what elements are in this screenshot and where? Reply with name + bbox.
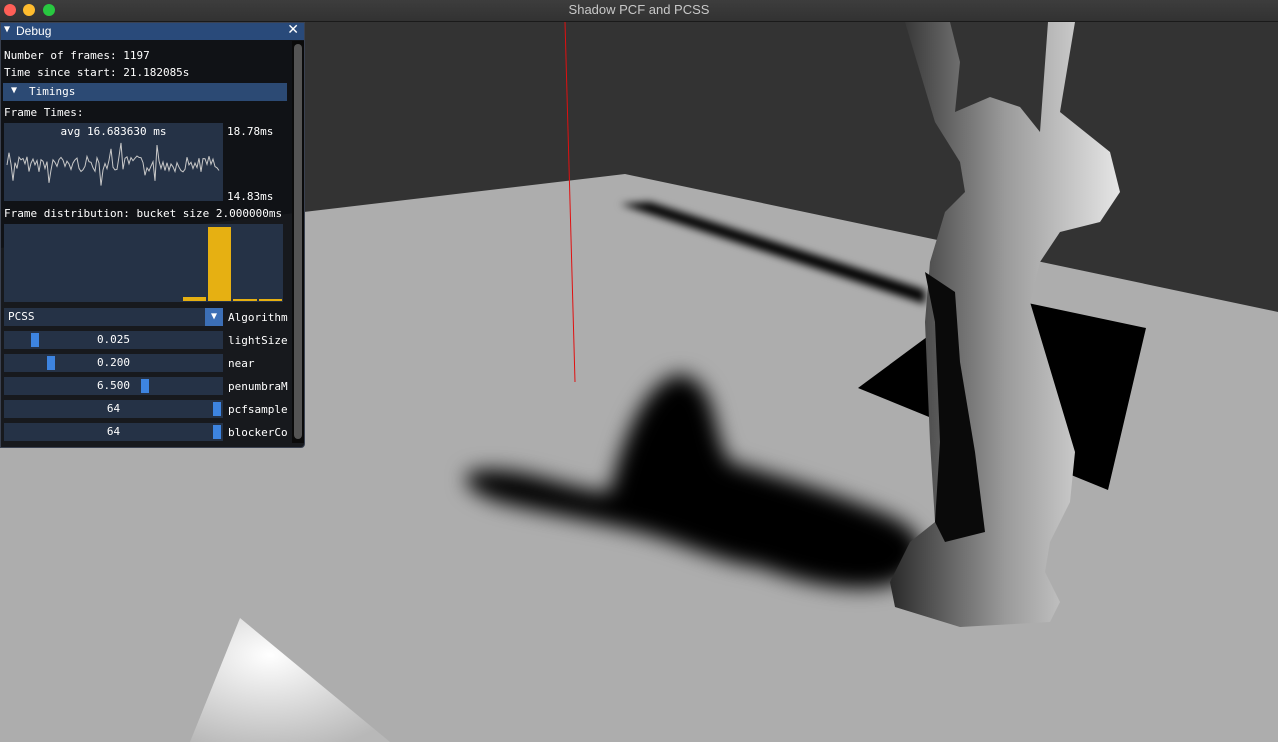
slider-3[interactable]: 64 (4, 400, 223, 418)
time-since-start-text: Time since start: 21.182085s (4, 66, 190, 79)
slider-label: near (228, 357, 255, 370)
frame-distribution-histogram[interactable] (4, 224, 283, 302)
algorithm-combo[interactable]: PCSS ▼ (4, 308, 223, 326)
slider-value: 64 (106, 425, 121, 438)
close-icon[interactable]: ✕ (287, 22, 299, 38)
slider-value: 6.500 (96, 379, 131, 392)
window-titlebar: Shadow PCF and PCSS (0, 0, 1278, 22)
slider-2[interactable]: 6.500 (4, 377, 223, 395)
frame-times-label: Frame Times: (4, 106, 84, 119)
plot-min-text: 14.83ms (227, 190, 274, 203)
chevron-down-icon[interactable]: ▼ (205, 308, 223, 326)
slider-label: blockerCo (228, 426, 288, 439)
timings-header[interactable]: ▼ Timings (3, 83, 287, 101)
collapse-arrow-icon[interactable]: ▼ (4, 24, 10, 35)
slider-label: pcfsample (228, 403, 288, 416)
frames-count-text: Number of frames: 1197 (4, 49, 150, 62)
debug-panel-title: Debug (16, 24, 52, 38)
slider-value: 0.200 (96, 356, 131, 369)
panel-scrollbar[interactable] (292, 41, 304, 443)
histogram-bar (258, 298, 282, 301)
algorithm-label: Algorithm (228, 311, 288, 324)
histogram-bar (233, 298, 257, 301)
algorithm-value: PCSS (8, 310, 35, 323)
plot-average-text: avg 16.683630 ms (60, 125, 167, 138)
slider-0[interactable]: 0.025 (4, 331, 223, 349)
plot-max-text: 18.78ms (227, 125, 274, 138)
slider-value: 0.025 (96, 333, 131, 346)
timings-arrow-icon: ▼ (11, 85, 18, 96)
slider-label: penumbraM (228, 380, 288, 393)
histogram-bar (182, 297, 206, 301)
debug-panel[interactable]: ▼ Debug ✕ Number of frames: 1197 Time si… (0, 22, 305, 448)
window-title: Shadow PCF and PCSS (568, 2, 710, 17)
frame-times-plot[interactable]: avg 16.683630 ms (4, 123, 223, 201)
slider-label: lightSize (228, 334, 288, 347)
slider-value: 64 (106, 402, 121, 415)
frame-distribution-label: Frame distribution: bucket size 2.000000… (4, 207, 283, 220)
slider-1[interactable]: 0.200 (4, 354, 223, 372)
slider-4[interactable]: 64 (4, 423, 223, 441)
debug-panel-header[interactable]: ▼ Debug ✕ (1, 22, 304, 40)
timings-label: Timings (29, 85, 76, 98)
scrollbar-thumb[interactable] (294, 44, 302, 439)
histogram-bar (207, 227, 232, 301)
